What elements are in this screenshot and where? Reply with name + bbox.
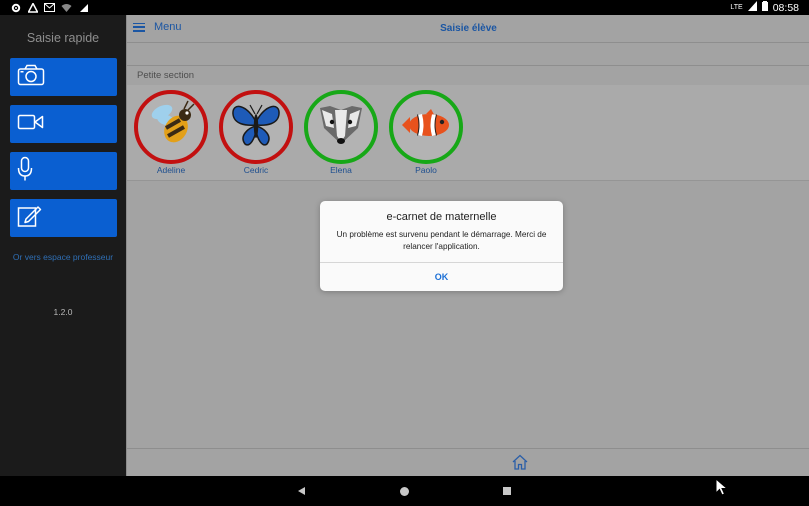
bee-icon xyxy=(144,98,198,157)
app-root: LTE 08:58 Saisie rapide Or vers espace p… xyxy=(0,0,809,506)
page-title: Saisie élève xyxy=(440,23,497,34)
edit-icon xyxy=(17,204,43,233)
wifi-icon xyxy=(61,2,72,13)
gear-icon xyxy=(10,2,21,13)
home-icon xyxy=(511,454,529,474)
status-bar: LTE 08:58 xyxy=(0,0,809,15)
photo-button[interactable] xyxy=(10,58,117,96)
battery-icon xyxy=(761,1,768,14)
ok-button[interactable]: OK xyxy=(320,263,563,291)
student-card-paolo[interactable]: Paolo xyxy=(388,90,464,175)
cell-signal-icon xyxy=(747,1,757,14)
recycle-icon xyxy=(27,2,38,13)
clock: 08:58 xyxy=(772,1,799,14)
home-button[interactable] xyxy=(511,454,529,470)
back-icon[interactable] xyxy=(298,487,305,495)
mouse-cursor-icon xyxy=(715,477,729,496)
clownfish-icon xyxy=(398,105,454,150)
avatar xyxy=(134,90,208,164)
mail-icon xyxy=(44,2,55,13)
sidebar: Saisie rapide Or vers espace professeur … xyxy=(0,15,126,476)
student-list: Adeline Cedric Elena Paolo xyxy=(127,85,809,181)
app-version: 1.2.0 xyxy=(53,307,73,317)
dialog-message: Un problème est survenu pendant le démar… xyxy=(336,230,547,251)
butterfly-icon xyxy=(229,98,283,157)
avatar xyxy=(304,90,378,164)
top-bar: Menu Saisie élève xyxy=(127,15,809,43)
camera-icon xyxy=(17,64,45,91)
network-indicator: LTE xyxy=(730,4,743,11)
student-name: Cedric xyxy=(243,165,269,175)
student-card-cedric[interactable]: Cedric xyxy=(218,90,294,175)
dialog-title: e-carnet de maternelle xyxy=(386,211,497,223)
student-card-elena[interactable]: Elena xyxy=(303,90,379,175)
student-name: Elena xyxy=(330,165,352,175)
note-button[interactable] xyxy=(10,199,117,237)
home-circle-icon[interactable] xyxy=(400,487,409,496)
student-card-adeline[interactable]: Adeline xyxy=(133,90,209,175)
student-name: Paolo xyxy=(415,165,437,175)
avatar xyxy=(389,90,463,164)
student-name: Adeline xyxy=(156,165,186,175)
section-label: Petite section xyxy=(137,70,195,81)
audio-button[interactable] xyxy=(10,152,117,190)
navigation-bar xyxy=(0,476,809,506)
sidebar-title: Saisie rapide xyxy=(26,31,100,45)
teacher-space-link[interactable]: Or vers espace professeur xyxy=(0,251,126,263)
microphone-icon xyxy=(17,156,33,187)
bottom-bar xyxy=(127,448,809,476)
toolbar-strip xyxy=(127,44,809,66)
avatar xyxy=(219,90,293,164)
error-dialog: e-carnet de maternelle Un problème est s… xyxy=(320,201,563,291)
recent-apps-icon[interactable] xyxy=(503,487,511,495)
video-icon xyxy=(17,112,45,137)
badger-icon xyxy=(314,98,368,157)
signal-icon xyxy=(78,2,89,13)
video-button[interactable] xyxy=(10,105,117,143)
